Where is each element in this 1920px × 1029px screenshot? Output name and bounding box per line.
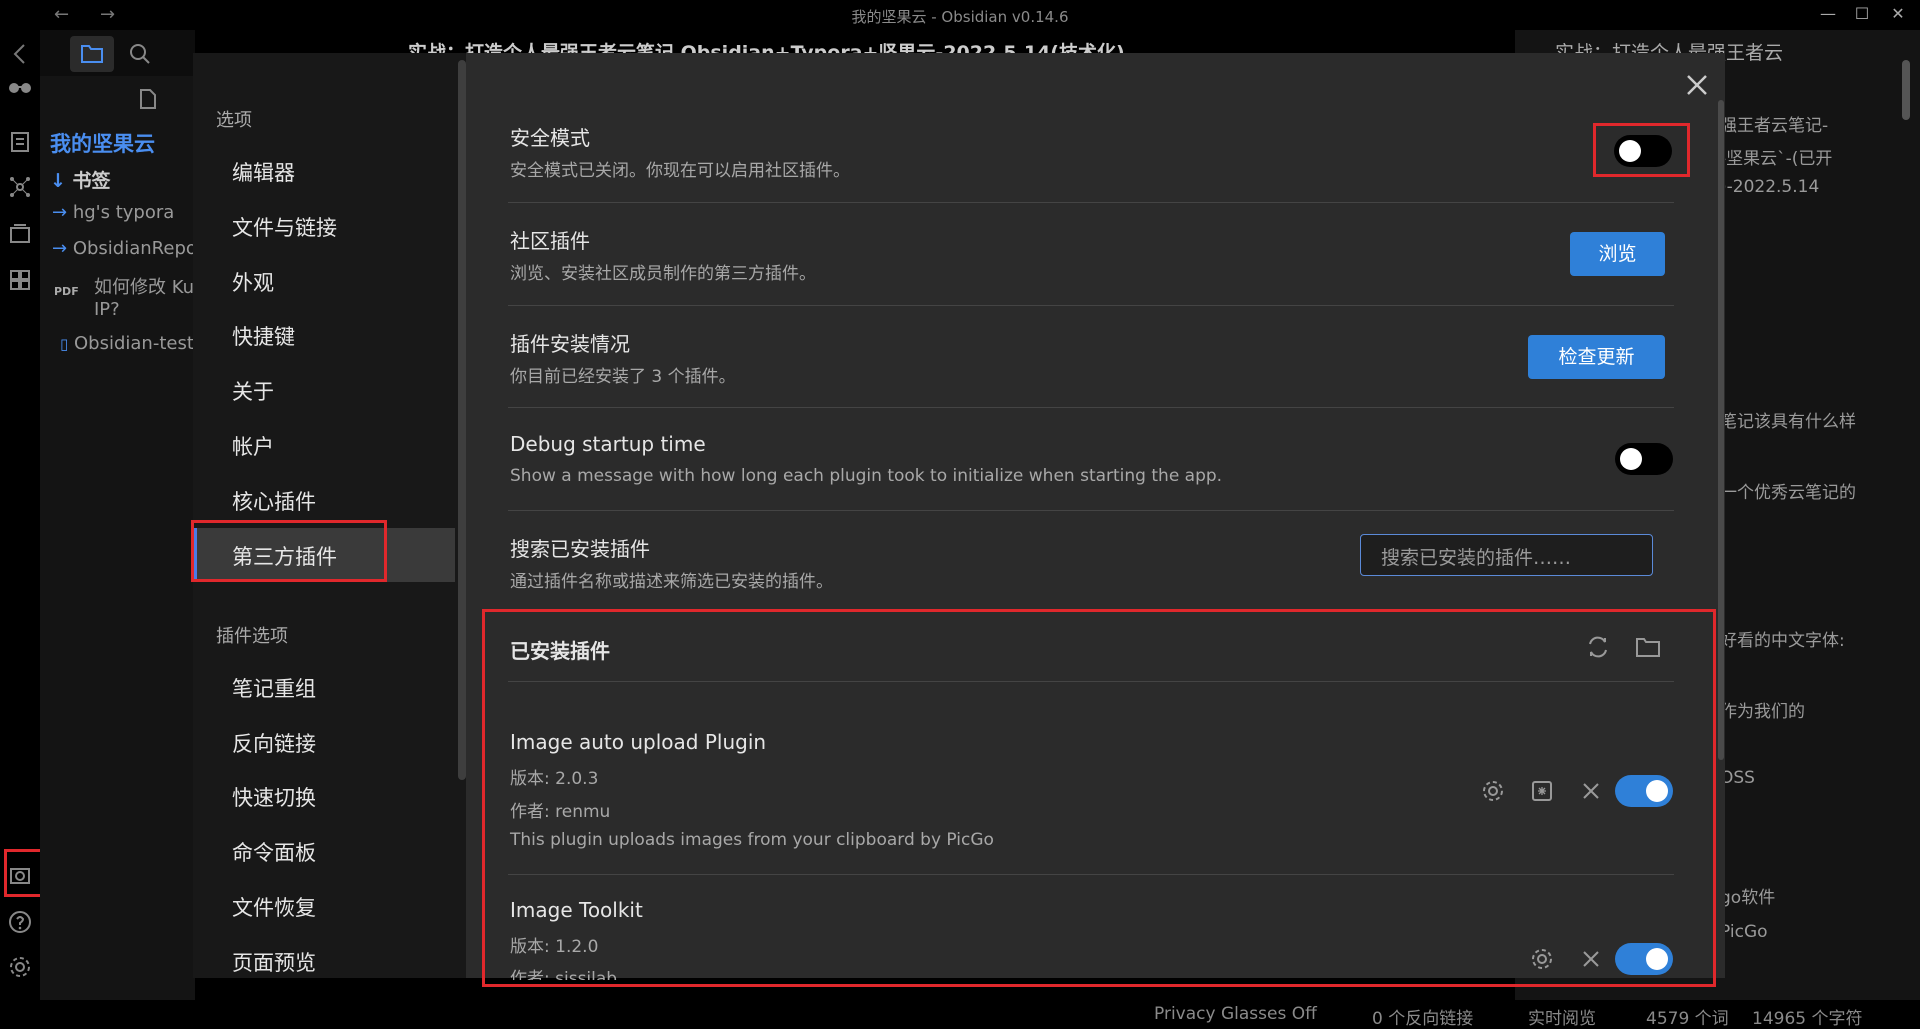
safe-mode-desc: 安全模式已关闭。你现在可以启用社区插件。 [510, 161, 850, 181]
pdf-badge: PDF [54, 285, 79, 298]
right-text-line: )-2022.5.14 [1720, 177, 1820, 197]
divider [508, 407, 1674, 408]
file-icon: ▯ [60, 335, 69, 353]
help-icon[interactable] [8, 910, 32, 934]
sidebar-item-core-plugins[interactable]: 核心插件 [232, 486, 316, 516]
right-text-line: go软件 [1720, 888, 1776, 908]
editor-tab-header[interactable]: 实战：打造个人最强王者云笔记 Obsidian+Typora+坚果云-2022.… [360, 30, 1510, 53]
minimize-button[interactable]: — [1816, 4, 1840, 26]
settings-sidebar-scrollbar[interactable] [458, 60, 466, 780]
check-updates-button[interactable]: 检查更新 [1528, 335, 1665, 379]
highlight-box-safe-mode [1593, 123, 1690, 177]
search-plugins-title: 搜索已安装插件 [510, 537, 650, 561]
tree-item-obsidianrepos[interactable]: → ObsidianRepos [52, 238, 206, 259]
install-status-title: 插件安装情况 [510, 332, 630, 356]
collapse-icon[interactable] [10, 42, 30, 66]
arrow-right-icon: → [52, 202, 68, 223]
close-icon[interactable] [1682, 70, 1712, 100]
new-note-icon[interactable] [138, 88, 158, 110]
slides-icon[interactable] [8, 222, 32, 246]
status-privacy-glasses[interactable]: Privacy Glasses Off [1154, 1004, 1317, 1024]
tree-item-hgs-typora[interactable]: → hg's typora [52, 202, 174, 223]
right-text-line: OSS [1720, 768, 1755, 788]
status-mode[interactable]: 实时阅览 [1528, 1004, 1596, 1029]
right-text-line: 作为我们的 [1720, 702, 1805, 722]
community-plugins-title: 社区插件 [510, 229, 590, 253]
tree-item-obsidian-test[interactable]: ▯ Obsidian-test [60, 333, 194, 354]
search-plugins-desc: 通过插件名称或描述来筛选已安装的插件。 [510, 572, 833, 592]
sidebar-item-account[interactable]: 帐户 [232, 431, 274, 461]
plugin-options-header: 插件选项 [216, 626, 288, 647]
file-explorer-tab[interactable] [70, 36, 114, 72]
search-icon[interactable] [128, 42, 152, 66]
status-word-count: 4579 个词 [1646, 1009, 1729, 1029]
vault-name[interactable]: 我的坚果云 [50, 128, 155, 158]
sidebar-item-note-composer[interactable]: 笔记重组 [232, 673, 316, 703]
sidebar-item-files-links[interactable]: 文件与链接 [232, 212, 337, 242]
settings-gear-icon[interactable] [8, 955, 32, 979]
arrow-right-icon: → [52, 238, 68, 259]
graph-view-icon[interactable] [8, 175, 32, 199]
plugins-grid-icon[interactable] [8, 268, 32, 292]
debug-startup-toggle[interactable] [1615, 443, 1673, 475]
sidebar-item-about[interactable]: 关于 [232, 376, 274, 406]
right-text-line: 强王者云笔记- [1720, 116, 1829, 136]
right-text-line: PicGo [1720, 922, 1768, 942]
tree-item-label: hg's typora [72, 202, 175, 223]
arrow-down-icon: ↓ [50, 170, 66, 192]
right-text-line: 好看的中文字体: [1720, 631, 1845, 651]
safe-mode-title: 安全模式 [510, 126, 590, 150]
window-title: 我的坚果云 - Obsidian v0.14.6 [851, 8, 1069, 26]
right-scrollbar[interactable] [1902, 60, 1910, 120]
bookmarks-label: 书签 [72, 170, 111, 192]
divider [508, 305, 1674, 306]
close-window-button[interactable]: ✕ [1886, 4, 1910, 26]
highlight-box-community-plugins [191, 520, 387, 582]
sidebar-item-page-preview[interactable]: 页面预览 [232, 947, 316, 977]
sidebar-item-command-palette[interactable]: 命令面板 [232, 837, 316, 867]
install-status-desc: 你目前已经安装了 3 个插件。 [510, 367, 736, 387]
debug-startup-title: Debug startup time [510, 432, 706, 456]
sidebar-item-file-recovery[interactable]: 文件恢复 [232, 892, 316, 922]
browse-button[interactable]: 浏览 [1570, 232, 1665, 276]
maximize-button[interactable]: ☐ [1850, 4, 1874, 26]
sidebar-tab-strip [40, 30, 195, 76]
sidebar-item-appearance[interactable]: 外观 [232, 267, 274, 297]
tree-item-label: Obsidian-test [74, 333, 194, 354]
divider [508, 202, 1674, 203]
status-char-count: 14965 个字符 [1752, 1009, 1863, 1029]
open-note-icon[interactable] [8, 130, 32, 154]
options-header: 选项 [216, 110, 252, 131]
status-bar [0, 1000, 1920, 1028]
tree-item-label: ObsidianRepos [72, 238, 207, 259]
right-text-line: 笔记该具有什么样 [1720, 412, 1856, 432]
community-plugins-desc: 浏览、安装社区成员制作的第三方插件。 [510, 264, 816, 284]
privacy-glasses-icon[interactable] [8, 80, 32, 104]
settings-content-scrollbar[interactable] [1718, 100, 1724, 760]
sidebar-item-backlinks[interactable]: 反向链接 [232, 728, 316, 758]
divider [508, 510, 1674, 511]
sidebar-item-editor[interactable]: 编辑器 [232, 157, 295, 187]
sidebar-item-quick-switcher[interactable]: 快速切换 [232, 782, 316, 812]
debug-startup-desc: Show a message with how long each plugin… [510, 466, 1223, 486]
highlight-box-installed-plugins [482, 609, 1716, 987]
status-backlinks[interactable]: 0 个反向链接 [1372, 1004, 1473, 1029]
right-text-line: -坚果云`-(已开 [1720, 149, 1833, 169]
bookmarks-folder[interactable]: ↓ 书签 [50, 166, 111, 193]
sidebar-item-hotkeys[interactable]: 快捷键 [232, 321, 295, 351]
right-text-line: 一个优秀云笔记的 [1720, 483, 1856, 503]
editor-tab-title: 实战：打造个人最强王者云笔记 Obsidian+Typora+坚果云-2022.… [408, 42, 1125, 53]
search-plugins-input[interactable]: 搜索已安装的插件…… [1360, 534, 1653, 576]
